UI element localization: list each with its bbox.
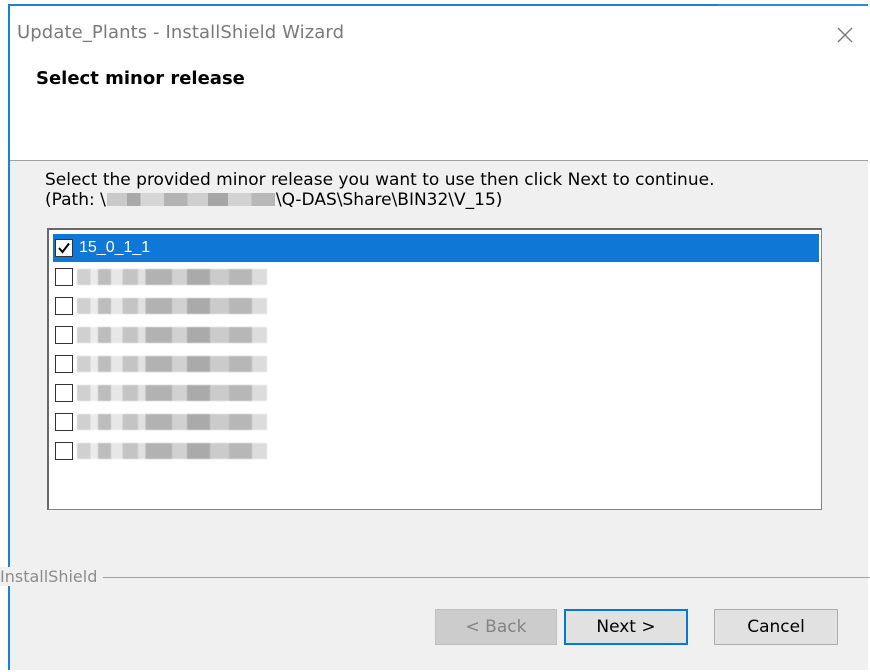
list-item[interactable] xyxy=(53,379,819,407)
checkbox[interactable] xyxy=(55,297,73,315)
list-item[interactable]: 15_0_1_1 xyxy=(53,234,819,262)
installshield-brand-label: InstallShield xyxy=(0,567,104,586)
back-button[interactable]: < Back xyxy=(435,609,557,645)
checkbox[interactable] xyxy=(55,442,73,460)
wizard-header: Select minor release xyxy=(10,64,868,161)
next-button[interactable]: Next > xyxy=(564,609,688,645)
window-title: Update_Plants - InstallShield Wizard xyxy=(17,22,345,43)
list-item[interactable] xyxy=(53,437,819,465)
footer-divider xyxy=(0,577,870,578)
redacted-item-label xyxy=(77,269,267,285)
page-title: Select minor release xyxy=(36,68,245,89)
checkbox[interactable] xyxy=(55,268,73,286)
close-icon xyxy=(837,27,853,43)
minor-release-listbox[interactable]: 15_0_1_1 xyxy=(47,228,822,510)
redacted-item-label xyxy=(77,356,267,372)
path-suffix: \Q-DAS\Share\BIN32\V_15) xyxy=(275,190,503,210)
redacted-item-label xyxy=(77,443,267,459)
redacted-item-label xyxy=(77,385,267,401)
list-item[interactable] xyxy=(53,292,819,320)
title-bar: Update_Plants - InstallShield Wizard xyxy=(10,6,868,64)
list-item[interactable] xyxy=(53,408,819,436)
checkbox[interactable] xyxy=(55,355,73,373)
redacted-item-label xyxy=(77,327,267,343)
list-item[interactable] xyxy=(53,350,819,378)
redacted-item-label xyxy=(77,414,267,430)
path-text: (Path: \ \Q-DAS\Share\BIN32\V_15) xyxy=(45,190,502,210)
checkbox[interactable] xyxy=(55,326,73,344)
checkmark-icon xyxy=(58,242,70,254)
close-button[interactable] xyxy=(832,22,858,48)
checkbox[interactable] xyxy=(55,239,73,257)
path-prefix: (Path: \ xyxy=(45,190,106,210)
redacted-item-label xyxy=(77,298,267,314)
checkbox[interactable] xyxy=(55,413,73,431)
list-item[interactable] xyxy=(53,263,819,291)
instruction-text: Select the provided minor release you wa… xyxy=(45,170,715,190)
list-item-label: 15_0_1_1 xyxy=(79,239,151,256)
cancel-button[interactable]: Cancel xyxy=(714,609,838,645)
redacted-path-segment xyxy=(106,193,275,206)
checkbox[interactable] xyxy=(55,384,73,402)
list-item[interactable] xyxy=(53,321,819,349)
